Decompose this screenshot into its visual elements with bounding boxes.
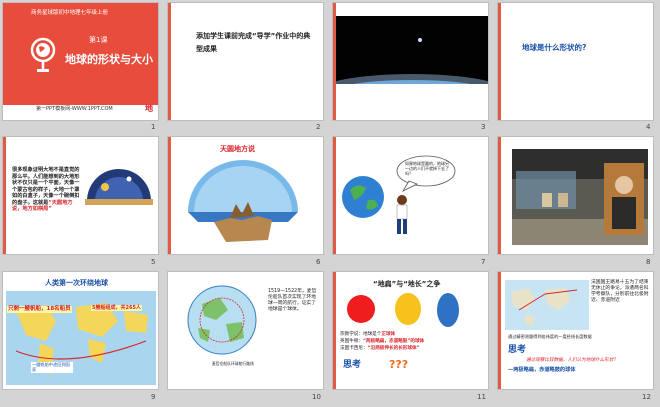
slide-12-question: 通过观察比较数据，人们认为地球什么形状？ — [526, 358, 618, 363]
accent-bar — [333, 272, 336, 389]
slide-number: 6 — [316, 258, 321, 266]
slide-6-thumbnail[interactable]: 天圆地方说 — [168, 137, 323, 254]
globe-icon — [30, 37, 56, 72]
slide-9-label-b: 5艘船组成，共265人 — [91, 305, 142, 312]
slide-number: 2 — [316, 123, 321, 131]
accent-bar — [498, 272, 501, 389]
slide-9-label-a: 只剩一艘帆船，18名船员 — [7, 306, 72, 313]
slide-7-thumbnail[interactable]: 如果地球是圆的，地球另一边的人们不就掉下去了吗？ — [333, 137, 488, 254]
accent-bar — [168, 137, 171, 254]
slide-number: 9 — [151, 393, 156, 401]
slide-10-thumbnail[interactable]: 1519—1522年，麦哲伦船队首次实现了环地球一周的航行，证实了地球是个球体。… — [168, 272, 323, 389]
slide-11-think: 思考 — [343, 360, 362, 370]
slide-9-label-c: 一艘帆船中途回到国家 — [31, 362, 73, 373]
slide-2-thumbnail[interactable]: 添加学生课前完成“导学”作业中的典型成果 — [168, 3, 323, 120]
accent-bar — [498, 3, 501, 120]
line-3-label: 法国卡西尼： — [340, 346, 368, 351]
slide-1-title: 地球的形状与大小 — [65, 53, 153, 66]
museum-gallery-photo — [512, 149, 648, 245]
slide-number: 12 — [642, 393, 651, 401]
world-map-route-image — [505, 280, 589, 330]
slide-1-footer: 第一PPT模板网-WWW.1PPT.COM — [36, 106, 113, 112]
slide-number: 8 — [646, 258, 651, 266]
slide-1-thumbnail[interactable]: 商务星球版初中地理七年级上册 第1课 地球的形状与大小 第一PPT模板网-WWW… — [3, 3, 158, 120]
slide-9-thumbnail[interactable]: 人类第一次环绕地球 只剩一艘帆船，18名船员 5艘船组成，共265人 一艘帆船中… — [3, 272, 158, 389]
slide-2-text: 添加学生课前完成“导学”作业中的典型成果 — [196, 32, 311, 53]
red-circle-shape — [347, 295, 375, 323]
line-1-value: 正球体 — [381, 332, 396, 337]
slide-number: 10 — [312, 393, 321, 401]
slide-10-caption: 麦哲伦船队环球航行路线 — [212, 361, 254, 366]
line-2-label: 英国牛顿： — [340, 339, 363, 344]
accent-bar — [168, 3, 171, 120]
slide-number: 3 — [481, 123, 486, 131]
accent-bar — [3, 137, 6, 254]
slide-12-text: 法国国王路易十五为了结束无休止的争论，派遣两名科学考察队，分别前往北极附近、赤道… — [591, 280, 649, 303]
blue-ellipse-shape — [437, 293, 459, 327]
slide-8-thumbnail[interactable] — [498, 137, 653, 254]
slide-3-thumbnail[interactable] — [333, 3, 488, 120]
slide-sorter-view: { "slides": [ {"number":"1","header":"商务… — [0, 0, 660, 407]
slide-12-text-2: 通过精密测量得到各纬度的一度经线长度数据 — [508, 334, 592, 339]
slide-number: 4 — [646, 123, 651, 131]
slide-10-text: 1519—1522年，麦哲伦船队首次实现了环地球一周的航行，证实了地球是个球体。 — [268, 289, 317, 312]
slide-12-answer: —两极略扁，赤道略鼓的球体 — [508, 367, 576, 373]
slide-11-title: “地扁”与“地长”之争 — [373, 280, 441, 288]
slide-number: 1 — [151, 123, 156, 131]
slide-1-corner-char: 地 — [145, 104, 153, 113]
slide-12-thumbnail[interactable]: 法国国王路易十五为了结束无休止的争论，派遣两名科学考察队，分别前往北极附近、赤道… — [498, 272, 653, 389]
line-1-label: 宗教学说：地球是个 — [340, 332, 382, 337]
boy-character-illustration — [396, 195, 408, 234]
slide-11-line-2: 英国牛顿：“两极略扁，赤道略鼓”的球体 — [340, 339, 424, 345]
slide-11-line-3: 法国卡西尼：“沿两极伸长的长形球体” — [340, 346, 420, 352]
slide-7-bubble-text: 如果地球是圆的，地球另一边的人们不就掉下去了吗？ — [405, 161, 449, 176]
yellow-ellipse-shape — [395, 293, 421, 325]
slide-5-text: 很多现象证明大地不是直觉的那么平。人们能想到的大地形状不仅只是一个平面，天像一个… — [12, 167, 82, 213]
slide-4-text: 地球是什么形状的? — [522, 43, 587, 52]
slide-number: 7 — [481, 258, 486, 266]
slide-11-thumbnail[interactable]: “地扁”与“地长”之争 宗教学说：地球是个正球体 英国牛顿：“两极略扁，赤道略鼓… — [333, 272, 488, 389]
slide-11-question-marks: ??? — [389, 358, 409, 371]
earth-from-space-image — [336, 16, 488, 84]
slide-6-title: 天圆地方说 — [220, 145, 255, 153]
accent-bar — [498, 137, 501, 254]
slide-number: 11 — [477, 393, 486, 401]
slide-1-lesson: 第1课 — [89, 36, 108, 44]
earth-globe-illustration — [342, 176, 384, 218]
slide-9-title: 人类第一次环绕地球 — [45, 279, 108, 287]
slide-5-thumbnail[interactable]: 很多现象证明大地不是直觉的那么平。人们能想到的大地形状不仅只是一个平面，天像一个… — [3, 137, 158, 254]
slide-11-line-1: 宗教学说：地球是个正球体 — [340, 332, 395, 338]
polar-route-map — [187, 285, 257, 355]
slide-number: 5 — [151, 258, 156, 266]
slide-12-think: 思考 — [508, 345, 527, 355]
sky-dome-illustration — [85, 169, 153, 205]
line-3-value: “沿两极伸长的长形球体” — [367, 346, 420, 351]
round-sky-square-earth-illustration — [188, 160, 298, 242]
line-2-value: “两极略扁，赤道略鼓”的球体 — [362, 339, 425, 344]
slide-1-header: 商务星球版初中地理七年级上册 — [31, 10, 109, 16]
slide-4-thumbnail[interactable]: 地球是什么形状的? — [498, 3, 653, 120]
accent-bar — [333, 137, 336, 254]
